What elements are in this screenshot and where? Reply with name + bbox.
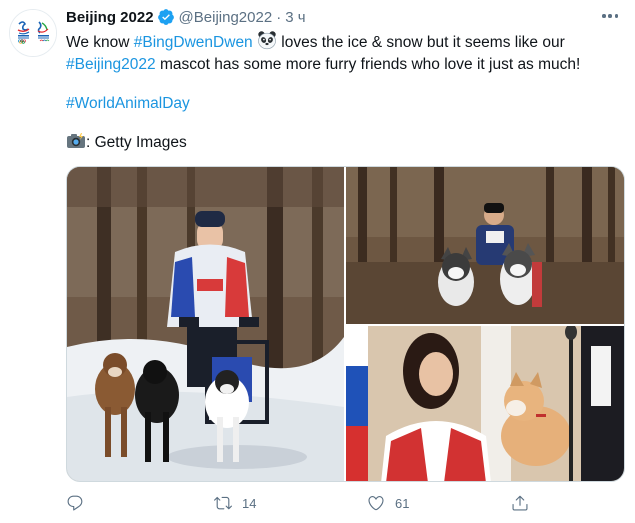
tweet-actions: 14 61 [66,492,536,514]
dot-icon [602,14,606,18]
retweet-button[interactable]: 14 [214,492,256,514]
more-options-button[interactable] [600,8,620,24]
tweet-header: Beijing 2022 @Beijing2022 · 3 ч [66,7,306,27]
media-grid [66,166,625,482]
verified-badge-icon [157,9,174,25]
tweet-text: We know #BingDwenDwen loves the ice & sn… [66,30,626,154]
athlete-with-akita-photo[interactable] [346,326,624,481]
tweet[interactable]: Beijing 2022 @Beijing2022 · 3 ч We know … [0,0,635,523]
like-button[interactable]: 61 [367,492,409,514]
text-fragment: loves the ice & snow but it seems like o… [277,34,565,51]
dot-icon [614,14,618,18]
like-count: 61 [395,495,410,511]
hashtag-worldanimalday[interactable]: #WorldAnimalDay [66,95,190,112]
reply-icon [67,495,83,511]
panda-face-icon [258,31,276,50]
retweet-count: 14 [242,495,257,511]
hashtag-bingdwendwen[interactable]: #BingDwenDwen [134,34,253,51]
text-fragment: We know [66,34,134,51]
share-icon [512,495,528,511]
share-button[interactable] [511,492,529,514]
text-fragment: mascot has some more furry friends who l… [155,56,581,73]
author-handle[interactable]: @Beijing2022 [179,9,273,26]
husky-team-forest-photo[interactable] [346,167,624,324]
camera-with-flash-icon [67,133,85,148]
photo-credit: : Getty Images [86,134,187,151]
reply-button[interactable] [66,492,94,514]
text-line-2: #Beijing2022 mascot has some more furry … [66,53,626,76]
sled-dog-musher-photo[interactable] [67,167,344,481]
avatar[interactable] [9,9,57,57]
beijing-2022-logo-icon [10,10,56,56]
hashtag-beijing2022[interactable]: #Beijing2022 [66,56,156,73]
text-line-1: We know #BingDwenDwen loves the ice & sn… [66,30,626,53]
text-line-4: : Getty Images [66,131,626,154]
dot-icon [608,14,612,18]
text-line-3: #WorldAnimalDay [66,92,626,115]
separator-dot: · [276,8,282,26]
author-name[interactable]: Beijing 2022 [66,9,154,26]
timestamp[interactable]: 3 ч [285,9,305,26]
heart-icon [368,496,384,511]
retweet-icon [214,496,232,510]
